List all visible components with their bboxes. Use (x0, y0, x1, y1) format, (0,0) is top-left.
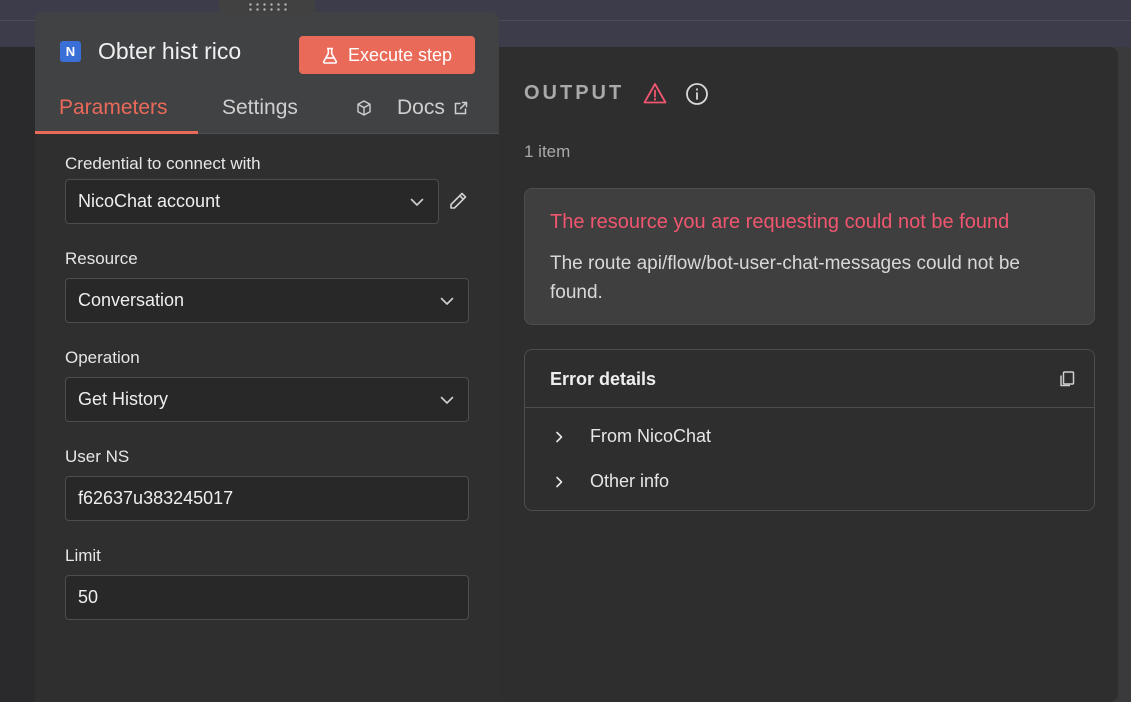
user-ns-value: f62637u383245017 (78, 488, 234, 508)
error-message: The route api/flow/bot-user-chat-message… (550, 253, 1020, 303)
execute-step-button[interactable]: Execute step (299, 36, 475, 74)
credential-value: NicoChat account (78, 191, 221, 211)
error-details-header: Error details (525, 350, 1094, 408)
docs-label: Docs (397, 96, 445, 119)
chevron-right-icon (556, 476, 563, 487)
output-title-label: OUTPUT (524, 82, 625, 104)
input-panel-edge (0, 47, 40, 702)
node-header: N Obter hist rico Execute step (35, 12, 499, 74)
user-ns-label: User NS (65, 447, 130, 466)
item-count: 1 item (524, 142, 571, 161)
tab-settings[interactable]: Settings (222, 96, 298, 120)
error-title: The resource you are requesting could no… (550, 211, 1010, 233)
operation-value: Get History (78, 389, 169, 409)
limit-value: 50 (78, 587, 99, 607)
credential-select[interactable]: NicoChat account (65, 179, 439, 224)
panel-drag-handle[interactable] (219, 0, 315, 14)
tab-docs[interactable]: Docs (355, 96, 469, 120)
error-details-title: Error details (550, 369, 657, 389)
execute-step-label: Execute step (347, 44, 453, 65)
tab-parameters[interactable]: Parameters (59, 96, 168, 120)
limit-label: Limit (65, 546, 101, 565)
grip-dots-icon (247, 2, 287, 12)
detail-row-label: Other info (590, 471, 670, 491)
detail-row-label: From NicoChat (590, 426, 712, 446)
resource-select[interactable]: Conversation (65, 278, 469, 323)
chevron-down-icon (410, 198, 424, 206)
node-title[interactable]: Obter hist rico (98, 38, 241, 65)
flask-icon (322, 47, 338, 64)
node-parameters-panel: N Obter hist rico Execute step Parameter… (35, 12, 499, 702)
error-card: The resource you are requesting could no… (524, 188, 1095, 325)
chevron-down-icon (440, 297, 454, 305)
parameters-form: Credential to connect with NicoChat acco… (35, 134, 499, 702)
detail-row-other-info[interactable]: Other info (550, 471, 669, 492)
resource-label: Resource (65, 249, 138, 268)
cube-icon (357, 100, 371, 116)
chevron-down-icon (440, 396, 454, 404)
resource-value: Conversation (78, 290, 185, 310)
warning-icon (643, 83, 667, 104)
limit-input[interactable]: 50 (65, 575, 469, 620)
credential-label: Credential to connect with (65, 154, 261, 173)
operation-select[interactable]: Get History (65, 377, 469, 422)
pencil-icon[interactable] (447, 190, 469, 212)
detail-row-from-nicochat[interactable]: From NicoChat (550, 426, 711, 447)
info-icon[interactable] (685, 82, 709, 106)
chevron-right-icon (556, 431, 563, 442)
user-ns-input[interactable]: f62637u383245017 (65, 476, 469, 521)
error-details-card: Error details From NicoChat Other info (524, 349, 1095, 511)
node-tabs: Parameters Settings Docs (35, 90, 499, 134)
node-icon: N (60, 41, 81, 62)
external-link-icon (454, 101, 468, 115)
output-title: OUTPUT (524, 82, 624, 105)
operation-label: Operation (65, 348, 140, 367)
copy-icon[interactable] (1058, 370, 1076, 388)
